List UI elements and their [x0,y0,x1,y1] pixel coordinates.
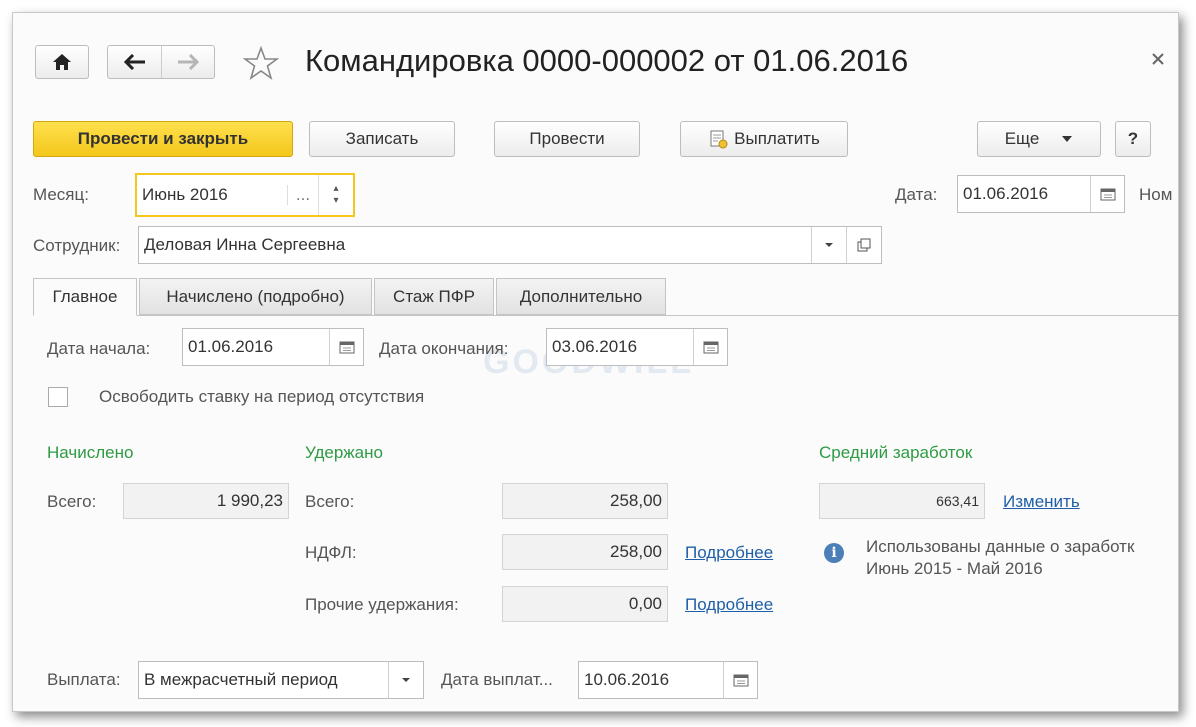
accrued-section-title: Начислено [47,443,134,462]
withheld-section-title: Удержано [305,443,383,462]
start-date-label: Дата начала: [47,339,151,358]
employee-label: Сотрудник: [33,236,121,255]
tab-additional[interactable]: Дополнительно [496,278,666,315]
info-icon: i [824,543,844,563]
start-date-value: 01.06.2016 [188,337,274,356]
date-value: 01.06.2016 [963,184,1049,203]
calendar-icon[interactable] [1090,176,1124,212]
release-rate-label: Освободить ставку на период отсутствия [99,387,425,406]
end-date-label: Дата окончания: [379,339,509,358]
earnings-info-line-2: Июнь 2015 - Май 2016 [866,559,1043,578]
more-button-label: Еще [1004,129,1040,148]
other-deductions-label: Прочие удержания: [305,595,459,614]
month-value: Июнь 2016 [142,185,228,204]
pay-button[interactable]: Выплатить [680,121,848,157]
withheld-total-label: Всего: [305,492,355,511]
home-icon [53,54,71,70]
pay-date-label: Дата выплат... [441,670,553,689]
earnings-info-line-1: Использованы данные о заработк [866,537,1135,556]
star-icon [242,45,280,80]
other-deductions-details-link[interactable]: Подробнее [685,595,773,615]
arrow-left-icon [123,54,145,70]
date-field[interactable]: 01.06.2016 [957,175,1125,213]
chevron-down-icon [1062,136,1073,142]
help-button[interactable]: ? [1115,121,1151,157]
more-button[interactable]: Еще [977,121,1101,157]
pay-date-value: 10.06.2016 [584,670,670,689]
chevron-down-icon [402,678,410,682]
favorite-star-button[interactable] [242,45,280,81]
month-field[interactable]: Июнь 2016 ... ▴ ▾ [135,173,355,217]
employee-field[interactable]: Деловая Инна Сергеевна [138,226,882,264]
spinner-down-icon: ▾ [333,195,339,206]
other-deductions-field: 0,00 [502,586,668,622]
tab-pfr-service[interactable]: Стаж ПФР [374,278,494,315]
release-rate-checkbox[interactable] [48,387,68,407]
back-forward-group [107,45,215,79]
close-icon [1152,53,1164,65]
chevron-down-icon [825,243,833,247]
end-date-value: 03.06.2016 [552,337,638,356]
accrued-total-field: 1 990,23 [123,483,289,519]
month-spinner[interactable]: ▴ ▾ [318,175,353,215]
calendar-icon[interactable] [723,662,757,698]
start-date-field[interactable]: 01.06.2016 [182,328,364,366]
back-button[interactable] [108,46,163,78]
close-button[interactable] [1151,51,1171,71]
payout-label: Выплата: [47,670,121,689]
pay-date-field[interactable]: 10.06.2016 [578,661,758,699]
open-form-icon [857,238,871,252]
average-earnings-field: 663,41 [819,483,985,519]
withheld-total-field: 258,00 [502,483,668,519]
change-average-earnings-link[interactable]: Изменить [1003,492,1080,512]
employee-value: Деловая Инна Сергеевна [144,235,346,254]
document-window: Командировка 0000-000002 от 01.06.2016 П… [12,12,1179,712]
home-button[interactable] [35,45,89,79]
ndfl-field: 258,00 [502,534,668,570]
spinner-up-icon: ▴ [333,183,339,194]
payout-value: В межрасчетный период [144,670,338,689]
calendar-icon[interactable] [329,329,363,365]
number-label: Ном [1139,185,1173,204]
calendar-icon[interactable] [693,329,727,365]
payment-icon [710,130,728,149]
ndfl-label: НДФЛ: [305,543,357,562]
average-earnings-title: Средний заработок [819,443,973,462]
pay-button-label: Выплатить [734,129,820,148]
date-label: Дата: [895,185,938,204]
payout-dropdown-button[interactable] [388,662,423,698]
month-select-button[interactable]: ... [287,185,318,205]
save-button[interactable]: Записать [309,121,455,157]
employee-dropdown-button[interactable] [811,227,846,263]
payout-select[interactable]: В межрасчетный период [138,661,424,699]
ndfl-details-link[interactable]: Подробнее [685,543,773,563]
accrued-total-label: Всего: [47,492,97,511]
month-label: Месяц: [33,185,89,204]
employee-open-button[interactable] [846,227,881,263]
tab-main[interactable]: Главное [33,278,137,316]
arrow-right-icon [178,54,200,70]
post-button[interactable]: Провести [494,121,640,157]
post-and-close-button[interactable]: Провести и закрыть [33,121,293,157]
forward-button[interactable] [162,46,214,78]
page-title: Командировка 0000-000002 от 01.06.2016 [305,43,909,78]
end-date-field[interactable]: 03.06.2016 [546,328,728,366]
tab-accrued-details[interactable]: Начислено (подробно) [139,278,372,315]
tabs-baseline [33,315,1178,316]
